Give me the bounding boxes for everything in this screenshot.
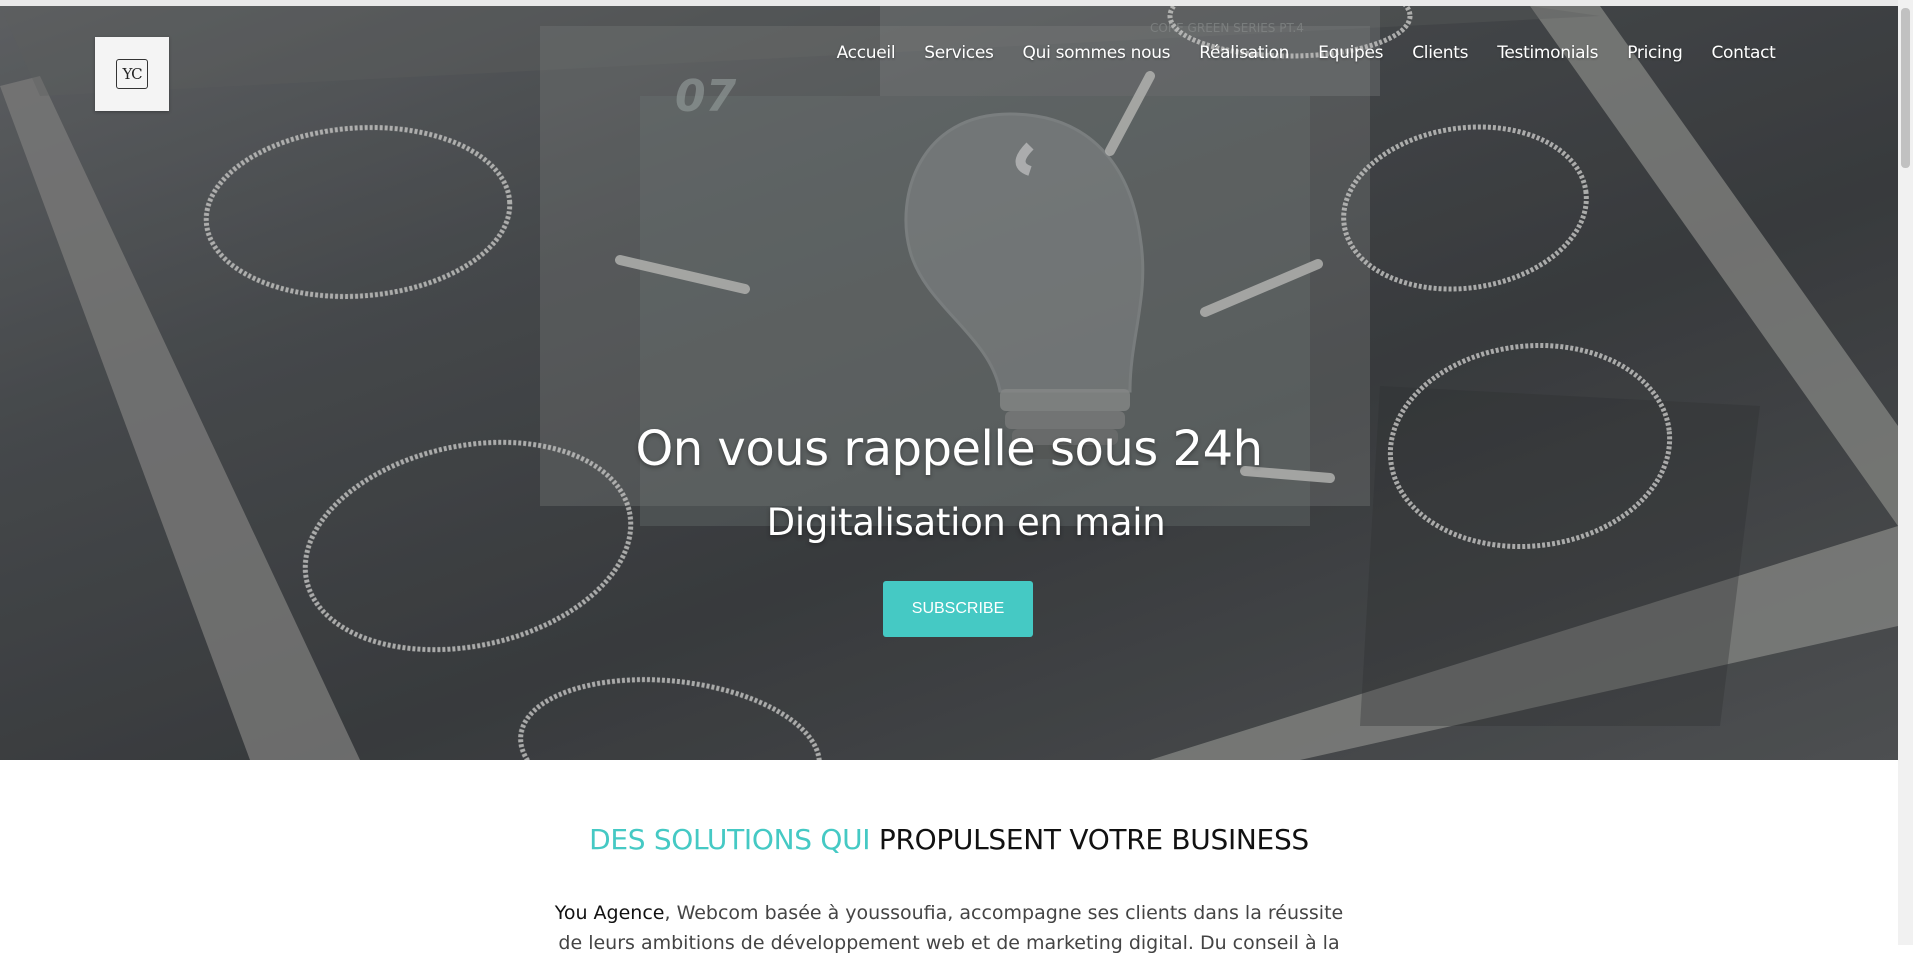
hero-title: On vous rappelle sous 24h [635, 421, 1263, 477]
intro-paragraph: You Agence, Webcom basée à youssoufia, a… [540, 898, 1358, 958]
site-logo[interactable]: YC [95, 37, 169, 111]
nav-item-accueil[interactable]: Accueil [822, 43, 910, 63]
nav-item-pricing[interactable]: Pricing [1613, 43, 1697, 63]
scrollbar-thumb[interactable] [1901, 8, 1910, 168]
intro-brand-name: You Agence [554, 902, 665, 924]
main-navigation: Accueil Services Qui sommes nous Réalisa… [822, 43, 1790, 63]
section-title-rest: PROPULSENT VOTRE BUSINESS [878, 823, 1309, 856]
nav-item-testimonials[interactable]: Testimonials [1483, 43, 1613, 63]
nav-item-equipes[interactable]: Equipes [1304, 43, 1398, 63]
nav-item-contact[interactable]: Contact [1697, 43, 1790, 63]
hero-subtitle: Digitalisation en main [766, 501, 1166, 544]
nav-item-qui-sommes-nous[interactable]: Qui sommes nous [1008, 43, 1185, 63]
hero-section: 07 CORE GREEN SERIES PT.4 YC Accueil Ser… [0, 6, 1898, 760]
nav-item-clients[interactable]: Clients [1398, 43, 1483, 63]
nav-item-realisation[interactable]: Réalisation [1185, 43, 1304, 63]
subscribe-button[interactable]: SUBSCRIBE [883, 581, 1033, 637]
nav-item-services[interactable]: Services [910, 43, 1008, 63]
section-title: DES SOLUTIONS QUI PROPULSENT VOTRE BUSIN… [0, 823, 1898, 856]
section-title-accent: DES SOLUTIONS QUI [589, 823, 871, 856]
logo-mark: YC [116, 59, 148, 89]
intro-text: , Webcom basée à youssoufia, accompagne … [558, 902, 1344, 954]
hero-background-image: 07 CORE GREEN SERIES PT.4 [0, 6, 1898, 760]
